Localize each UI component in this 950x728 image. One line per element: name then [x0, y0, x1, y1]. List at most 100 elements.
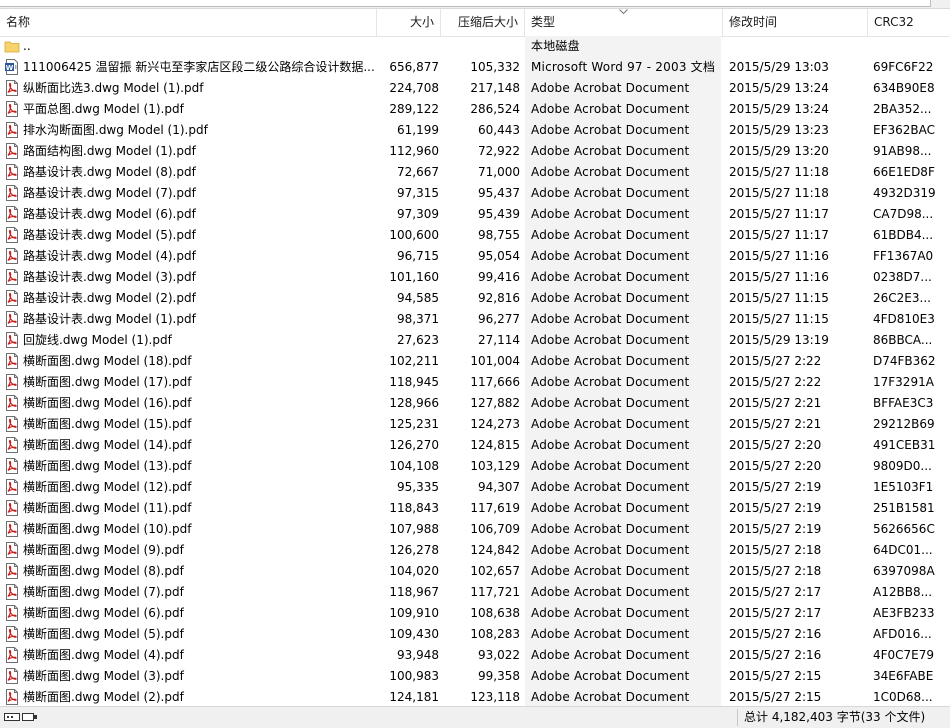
- file-name-cell[interactable]: 横断面图.dwg Model (2).pdf: [4, 687, 376, 706]
- column-header-size[interactable]: 大小: [377, 9, 441, 36]
- file-row[interactable]: 横断面图.dwg Model (17).pdf 118,945 117,666 Ado…: [0, 372, 950, 393]
- file-packed-size: 117,666: [470, 375, 520, 389]
- file-packed-size: 92,816: [478, 291, 520, 305]
- file-name-cell[interactable]: ..: [4, 36, 376, 57]
- file-name-cell[interactable]: 横断面图.dwg Model (4).pdf: [4, 645, 376, 666]
- file-name-cell[interactable]: 横断面图.dwg Model (12).pdf: [4, 477, 376, 498]
- pdf-icon: [4, 311, 20, 327]
- file-name-cell[interactable]: 横断面图.dwg Model (6).pdf: [4, 603, 376, 624]
- file-name-cell[interactable]: 路基设计表.dwg Model (8).pdf: [4, 162, 376, 183]
- file-name-cell[interactable]: 横断面图.dwg Model (15).pdf: [4, 414, 376, 435]
- file-row[interactable]: 横断面图.dwg Model (2).pdf 124,181 123,118 Adob…: [0, 687, 950, 706]
- file-row[interactable]: 横断面图.dwg Model (18).pdf 102,211 101,004 Ado…: [0, 351, 950, 372]
- file-row[interactable]: 路基设计表.dwg Model (7).pdf 97,315 95,437 Adobe…: [0, 183, 950, 204]
- file-modified-time: 2015/5/27 11:16: [729, 270, 829, 284]
- file-row[interactable]: 纵断面比选3.dwg Model (1).pdf 224,708 217,148 Ad…: [0, 78, 950, 99]
- file-name-cell[interactable]: W 111006425 温留振 新兴屯至李家店区段二级公路综合设计数据...: [4, 57, 376, 78]
- file-name-cell[interactable]: 路基设计表.dwg Model (5).pdf: [4, 225, 376, 246]
- pdf-icon: [4, 395, 20, 411]
- file-name-cell[interactable]: 横断面图.dwg Model (10).pdf: [4, 519, 376, 540]
- file-row[interactable]: 路基设计表.dwg Model (3).pdf 101,160 99,416 Adob…: [0, 267, 950, 288]
- file-name: 横断面图.dwg Model (16).pdf: [23, 396, 192, 410]
- file-name-cell[interactable]: 路基设计表.dwg Model (2).pdf: [4, 288, 376, 309]
- file-name: 横断面图.dwg Model (11).pdf: [23, 501, 192, 515]
- file-name-cell[interactable]: 纵断面比选3.dwg Model (1).pdf: [4, 78, 376, 99]
- file-row[interactable]: 横断面图.dwg Model (13).pdf 104,108 103,129 Ado…: [0, 456, 950, 477]
- file-row[interactable]: 横断面图.dwg Model (6).pdf 109,910 108,638 Adob…: [0, 603, 950, 624]
- file-packed-size: 117,619: [470, 501, 520, 515]
- file-name-cell[interactable]: 路基设计表.dwg Model (4).pdf: [4, 246, 376, 267]
- file-row[interactable]: 路基设计表.dwg Model (4).pdf 96,715 95,054 Adobe…: [0, 246, 950, 267]
- file-row[interactable]: 横断面图.dwg Model (11).pdf 118,843 117,619 Ado…: [0, 498, 950, 519]
- pdf-icon: [4, 143, 20, 159]
- file-row[interactable]: 横断面图.dwg Model (3).pdf 100,983 99,358 Adobe…: [0, 666, 950, 687]
- file-row[interactable]: 路基设计表.dwg Model (6).pdf 97,309 95,439 Adobe…: [0, 204, 950, 225]
- file-name-cell[interactable]: 横断面图.dwg Model (17).pdf: [4, 372, 376, 393]
- file-name-cell[interactable]: 横断面图.dwg Model (18).pdf: [4, 351, 376, 372]
- file-row[interactable]: 横断面图.dwg Model (5).pdf 109,430 108,283 Adob…: [0, 624, 950, 645]
- file-packed-size: 106,709: [470, 522, 520, 536]
- file-row[interactable]: 横断面图.dwg Model (15).pdf 125,231 124,273 Ado…: [0, 414, 950, 435]
- file-name-cell[interactable]: 横断面图.dwg Model (7).pdf: [4, 582, 376, 603]
- file-name-cell[interactable]: 横断面图.dwg Model (16).pdf: [4, 393, 376, 414]
- file-name-cell[interactable]: 回旋线.dwg Model (1).pdf: [4, 330, 376, 351]
- file-crc32: 69FC6F22: [873, 60, 934, 74]
- address-bar-field[interactable]: [0, 0, 931, 7]
- file-name-cell[interactable]: 横断面图.dwg Model (9).pdf: [4, 540, 376, 561]
- pdf-icon: [4, 542, 20, 558]
- file-name-cell[interactable]: 路基设计表.dwg Model (1).pdf: [4, 309, 376, 330]
- file-modified-time: 2015/5/27 2:16: [729, 627, 822, 641]
- file-name-cell[interactable]: 平面总图.dwg Model (1).pdf: [4, 99, 376, 120]
- file-name-cell[interactable]: 横断面图.dwg Model (14).pdf: [4, 435, 376, 456]
- column-header-name[interactable]: 名称: [0, 9, 377, 36]
- file-row[interactable]: 横断面图.dwg Model (7).pdf 118,967 117,721 Adob…: [0, 582, 950, 603]
- column-header-modified-time[interactable]: 修改时间: [723, 9, 868, 36]
- file-modified-time: 2015/5/27 2:21: [729, 417, 822, 431]
- file-name-cell[interactable]: 横断面图.dwg Model (3).pdf: [4, 666, 376, 687]
- file-name-cell[interactable]: 路面结构图.dwg Model (1).pdf: [4, 141, 376, 162]
- file-name-cell[interactable]: 横断面图.dwg Model (5).pdf: [4, 624, 376, 645]
- file-name-cell[interactable]: 路基设计表.dwg Model (6).pdf: [4, 204, 376, 225]
- pdf-icon: [4, 689, 20, 705]
- file-name-cell[interactable]: 横断面图.dwg Model (13).pdf: [4, 456, 376, 477]
- file-name-cell[interactable]: 横断面图.dwg Model (11).pdf: [4, 498, 376, 519]
- file-name-cell[interactable]: 排水沟断面图.dwg Model (1).pdf: [4, 120, 376, 141]
- file-name: ..: [23, 39, 31, 53]
- file-list[interactable]: .. 本地磁盘 W 111006425 温留振 新兴屯至李家店区段二级公路综合设计数据…: [0, 36, 950, 706]
- file-row[interactable]: .. 本地磁盘: [0, 36, 950, 57]
- file-modified-time: 2015/5/27 11:15: [729, 291, 829, 305]
- column-header-packed-size[interactable]: 压缩后大小: [441, 9, 525, 36]
- file-name: 111006425 温留振 新兴屯至李家店区段二级公路综合设计数据...: [23, 60, 375, 74]
- file-name: 横断面图.dwg Model (9).pdf: [23, 543, 184, 557]
- file-name-cell[interactable]: 路基设计表.dwg Model (7).pdf: [4, 183, 376, 204]
- pdf-icon: [4, 332, 20, 348]
- file-row[interactable]: 路基设计表.dwg Model (5).pdf 100,600 98,755 Adob…: [0, 225, 950, 246]
- file-row[interactable]: 横断面图.dwg Model (16).pdf 128,966 127,882 Ado…: [0, 393, 950, 414]
- file-row[interactable]: 路基设计表.dwg Model (1).pdf 98,371 96,277 Adobe…: [0, 309, 950, 330]
- file-row[interactable]: W 111006425 温留振 新兴屯至李家店区段二级公路综合设计数据... 656…: [0, 57, 950, 78]
- file-row[interactable]: 回旋线.dwg Model (1).pdf 27,623 27,114 Adobe A…: [0, 330, 950, 351]
- file-row[interactable]: 路基设计表.dwg Model (2).pdf 94,585 92,816 Adobe…: [0, 288, 950, 309]
- file-size: 112,960: [389, 144, 439, 158]
- file-modified-time: 2015/5/29 13:19: [729, 333, 829, 347]
- file-row[interactable]: 横断面图.dwg Model (14).pdf 126,270 124,815 Ado…: [0, 435, 950, 456]
- file-row[interactable]: 横断面图.dwg Model (4).pdf 93,948 93,022 Adobe …: [0, 645, 950, 666]
- file-row[interactable]: 路面结构图.dwg Model (1).pdf 112,960 72,922 Adob…: [0, 141, 950, 162]
- file-name-cell[interactable]: 横断面图.dwg Model (8).pdf: [4, 561, 376, 582]
- file-row[interactable]: 横断面图.dwg Model (10).pdf 107,988 106,709 Ado…: [0, 519, 950, 540]
- file-row[interactable]: 平面总图.dwg Model (1).pdf 289,122 286,524 Adob…: [0, 99, 950, 120]
- file-size: 125,231: [389, 417, 439, 431]
- file-row[interactable]: 横断面图.dwg Model (12).pdf 95,335 94,307 Adobe…: [0, 477, 950, 498]
- file-name-cell[interactable]: 路基设计表.dwg Model (3).pdf: [4, 267, 376, 288]
- column-header-type[interactable]: 类型: [525, 9, 723, 36]
- file-type: Adobe Acrobat Document: [525, 309, 721, 330]
- file-modified-time: 2015/5/27 2:17: [729, 585, 822, 599]
- file-packed-size: 108,638: [470, 606, 520, 620]
- column-header-crc32[interactable]: CRC32: [868, 9, 950, 36]
- file-packed-size: 72,922: [478, 144, 520, 158]
- file-row[interactable]: 横断面图.dwg Model (8).pdf 104,020 102,657 Adob…: [0, 561, 950, 582]
- file-row[interactable]: 路基设计表.dwg Model (8).pdf 72,667 71,000 Adobe…: [0, 162, 950, 183]
- file-row[interactable]: 横断面图.dwg Model (9).pdf 126,278 124,842 Adob…: [0, 540, 950, 561]
- pdf-icon: [4, 479, 20, 495]
- file-row[interactable]: 排水沟断面图.dwg Model (1).pdf 61,199 60,443 Adob…: [0, 120, 950, 141]
